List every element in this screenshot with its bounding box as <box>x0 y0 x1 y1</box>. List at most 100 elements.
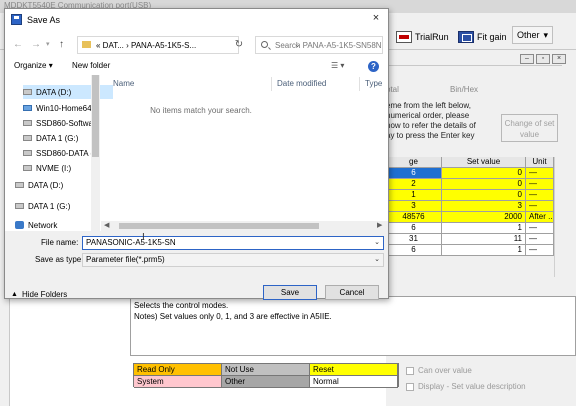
close-icon[interactable]: × <box>552 54 566 64</box>
file-name-input[interactable]: PANASONIC-A5-1K5-SN ⌄ <box>82 236 384 250</box>
nav-item-label: Win10-Home64b <box>36 103 97 113</box>
table-cell[interactable]: 1 <box>442 223 526 234</box>
table-cell[interactable]: 1 <box>442 245 526 256</box>
table-cell[interactable]: — <box>526 223 554 234</box>
refresh-icon[interactable]: ↻ <box>231 38 247 54</box>
table-row[interactable]: 6 1— <box>386 245 554 256</box>
horizontal-scrollbar[interactable]: ◀ ▶ <box>101 221 388 231</box>
command-bar: Organize ▾ New folder ☰ ▾ ? <box>5 59 388 75</box>
table-scrollbar[interactable] <box>554 157 564 277</box>
cancel-button[interactable]: Cancel <box>325 285 379 300</box>
instruction-line: now to refer the details of <box>386 121 476 130</box>
trialrun-button[interactable]: TrialRun <box>396 27 449 47</box>
file-name-value[interactable]: PANASONIC-A5-1K5-SN <box>86 238 176 247</box>
forward-arrow-icon[interactable]: → <box>31 40 41 50</box>
trialrun-label: TrialRun <box>415 32 449 42</box>
table-cell[interactable]: — <box>526 201 554 212</box>
column-divider[interactable] <box>359 77 360 91</box>
table-cell[interactable]: 3 <box>386 201 442 212</box>
display-description-checkbox[interactable]: Display - Set value description <box>406 382 526 391</box>
fit-gain-button[interactable]: Fit gain <box>458 27 507 47</box>
table-cell[interactable]: 0 <box>442 179 526 190</box>
table-cell[interactable]: — <box>526 245 554 256</box>
view-options-icon[interactable]: ☰ ▾ <box>331 61 344 70</box>
checkbox-box[interactable] <box>406 382 414 391</box>
search-placeholder[interactable]: Search PANA-A5-1K5-SN58N <box>275 41 382 50</box>
chevron-down-icon: ▾ <box>48 61 53 70</box>
table-row[interactable]: 31 11— <box>386 234 554 245</box>
table-cell[interactable]: 2 <box>386 179 442 190</box>
fit-gain-icon <box>458 31 474 43</box>
table-cell[interactable]: 6 <box>386 245 442 256</box>
table-cell[interactable]: — <box>526 179 554 190</box>
nav-item-label: DATA (D:) <box>28 180 64 190</box>
column-type[interactable]: Type <box>365 79 382 88</box>
table-cell[interactable]: — <box>526 190 554 201</box>
column-header: ge <box>386 157 442 168</box>
table-row[interactable]: 3 3— <box>386 201 554 212</box>
table-cell[interactable]: 11 <box>442 234 526 245</box>
table-row[interactable]: 6 0— <box>386 168 554 179</box>
save-button[interactable]: Save <box>263 285 317 300</box>
column-divider[interactable] <box>271 77 272 91</box>
table-cell[interactable]: 2000 <box>442 212 526 223</box>
dialog-title: Save As <box>27 15 61 25</box>
new-folder-button[interactable]: New folder <box>72 61 110 70</box>
up-arrow-icon[interactable]: ↑ <box>59 40 64 50</box>
scroll-left-icon[interactable]: ◀ <box>104 221 109 229</box>
address-path[interactable]: « DAT... › PANA-A5-1K5-S... <box>96 41 196 50</box>
nav-item-label: DATA 1 (G:) <box>36 133 79 143</box>
table-row[interactable]: 2 0— <box>386 179 554 190</box>
close-icon[interactable]: × <box>369 12 383 26</box>
minimize-icon[interactable]: – <box>520 54 534 64</box>
column-header: Unit <box>526 157 554 168</box>
table-cell[interactable]: — <box>526 234 554 245</box>
change-set-value-button[interactable]: Change of set value <box>501 114 558 142</box>
chevron-down-icon[interactable]: ⌄ <box>374 237 380 249</box>
scroll-right-icon[interactable]: ▶ <box>377 221 382 229</box>
drive-icon <box>15 203 24 209</box>
table-row[interactable]: 1 0— <box>386 190 554 201</box>
chevron-down-icon[interactable]: ⌄ <box>374 254 380 266</box>
restore-icon[interactable]: ▫ <box>536 54 550 64</box>
can-over-value-checkbox[interactable]: Can over value <box>406 366 472 375</box>
save-as-type-select[interactable]: Parameter file(*.prm5) ⌄ <box>82 253 384 267</box>
address-bar[interactable]: « DAT... › PANA-A5-1K5-S... ⌄ <box>77 36 301 54</box>
column-name[interactable]: Name <box>113 79 134 88</box>
column-date-modified[interactable]: Date modified <box>277 79 326 88</box>
table-cell[interactable]: After ... <box>526 212 554 223</box>
drive-icon <box>23 105 32 111</box>
table-row[interactable]: 6 1— <box>386 223 554 234</box>
other-menu-button[interactable]: Other ▾ <box>512 26 554 44</box>
scrollbar-thumb[interactable] <box>92 75 99 157</box>
organize-menu[interactable]: Organize ▾ <box>14 61 53 70</box>
table-cell[interactable]: 6 <box>386 168 442 179</box>
search-box[interactable]: Search PANA-A5-1K5-SN58N <box>255 36 383 54</box>
navigation-bar: ← → ▾ ↑ « DAT... › PANA-A5-1K5-S... ⌄ ↻ … <box>5 31 388 59</box>
legend-reset: Reset <box>310 364 398 376</box>
table-row[interactable]: 48576 2000 After ... <box>386 212 554 223</box>
table-cell[interactable]: 1 <box>386 190 442 201</box>
dialog-title-bar: Save As × <box>5 9 388 31</box>
navigation-scrollbar[interactable] <box>91 75 100 237</box>
table-cell[interactable]: 31 <box>386 234 442 245</box>
instruction-line: eme from the left below, <box>386 101 471 110</box>
table-cell[interactable]: 6 <box>386 223 442 234</box>
table-cell[interactable]: 0 <box>442 190 526 201</box>
table-cell[interactable]: 0 <box>442 168 526 179</box>
hide-folders-toggle[interactable]: ▲ Hide Folders <box>11 290 67 299</box>
recent-chevron-icon[interactable]: ▾ <box>46 40 50 50</box>
drive-icon <box>15 182 24 188</box>
table-cell[interactable]: 3 <box>442 201 526 212</box>
table-cell[interactable]: 48576 <box>386 212 442 223</box>
scrollbar-thumb[interactable] <box>119 223 319 229</box>
checkbox-box[interactable] <box>406 366 414 375</box>
help-icon[interactable]: ? <box>368 61 379 72</box>
save-as-type-value[interactable]: Parameter file(*.prm5) <box>86 255 165 264</box>
table-cell[interactable]: — <box>526 168 554 179</box>
tab-bin-hex[interactable]: Bin/Hex <box>450 85 478 94</box>
legend-read-only: Read Only <box>134 364 222 376</box>
legend-system: System <box>134 376 222 388</box>
back-arrow-icon[interactable]: ← <box>13 40 23 50</box>
checkbox-label: Can over value <box>418 366 472 375</box>
